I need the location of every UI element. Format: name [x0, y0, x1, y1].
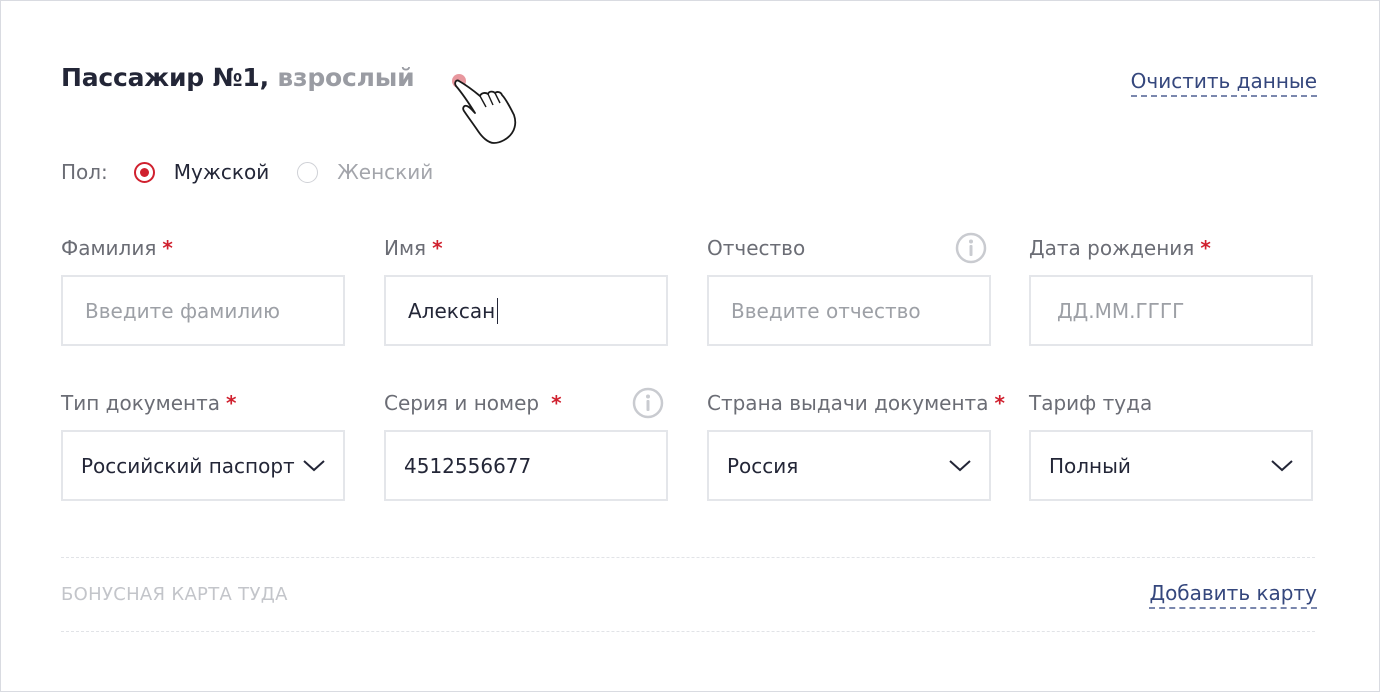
- required-marker: *: [551, 391, 562, 415]
- last-name-placeholder: Введите фамилию: [85, 298, 281, 323]
- patronymic-input[interactable]: Введите отчество: [707, 275, 991, 346]
- passenger-title-main: Пассажир №1,: [61, 63, 269, 92]
- first-name-label-text: Имя: [384, 236, 427, 260]
- tariff-value: Полный: [1049, 453, 1131, 478]
- text-caret: [497, 297, 499, 324]
- birth-date-input[interactable]: ДД.ММ.ГГГГ: [1029, 275, 1313, 346]
- tariff-label: Тариф туда: [1029, 391, 1152, 415]
- clear-data-link[interactable]: Очистить данные: [1130, 69, 1317, 97]
- gender-female-radio[interactable]: Женский: [297, 160, 433, 184]
- divider-bottom: [61, 631, 1315, 632]
- last-name-input[interactable]: Введите фамилию: [61, 275, 345, 346]
- radio-unchecked-icon: [297, 161, 319, 183]
- chevron-down-icon: [1271, 459, 1293, 471]
- passenger-title: Пассажир №1, взрослый: [61, 63, 415, 92]
- patronymic-label: Отчество: [707, 236, 805, 260]
- chevron-down-icon: [949, 459, 971, 471]
- last-name-label-text: Фамилия: [61, 236, 157, 260]
- patronymic-placeholder: Введите отчество: [731, 298, 921, 323]
- chevron-down-icon: [303, 459, 325, 471]
- doc-country-label-text: Страна выдачи документа: [707, 391, 989, 415]
- gender-female-label: Женский: [337, 160, 434, 184]
- doc-number-label-text: Серия и номер: [384, 391, 540, 415]
- required-marker: *: [994, 391, 1005, 415]
- tariff-select[interactable]: Полный: [1029, 430, 1313, 501]
- required-marker: *: [162, 236, 173, 260]
- first-name-input[interactable]: Алексан: [384, 275, 668, 346]
- birth-date-placeholder: ДД.ММ.ГГГГ: [1057, 298, 1185, 323]
- patronymic-label-text: Отчество: [707, 236, 806, 260]
- divider-top: [61, 557, 1315, 558]
- required-marker: *: [432, 236, 443, 260]
- hand-pointer-icon: [452, 74, 517, 144]
- doc-country-label: Страна выдачи документа *: [707, 391, 1005, 415]
- doc-type-label: Тип документа *: [61, 391, 236, 415]
- doc-type-select[interactable]: Российский паспорт: [61, 430, 345, 501]
- gender-group: Пол: Мужской Женский: [61, 158, 461, 186]
- doc-number-label: Серия и номер *: [384, 391, 562, 415]
- required-marker: *: [1200, 236, 1211, 260]
- info-icon[interactable]: [955, 232, 987, 264]
- doc-number-value: 4512556677: [404, 453, 532, 478]
- add-card-link[interactable]: Добавить карту: [1149, 581, 1317, 609]
- doc-country-select[interactable]: Россия: [707, 430, 991, 501]
- birth-date-label-text: Дата рождения: [1029, 236, 1195, 260]
- passenger-card: Пассажир №1, взрослый Очистить данные По…: [0, 0, 1380, 692]
- info-icon[interactable]: [632, 387, 664, 419]
- doc-type-value: Российский паспорт: [81, 453, 295, 478]
- gender-label: Пол:: [61, 160, 108, 184]
- gender-male-label: Мужской: [173, 160, 270, 184]
- bonus-card-label: БОНУСНАЯ КАРТА ТУДА: [61, 584, 288, 605]
- doc-country-value: Россия: [727, 453, 799, 478]
- first-name-value: Алексан: [408, 298, 496, 323]
- birth-date-label: Дата рождения *: [1029, 236, 1211, 260]
- required-marker: *: [226, 391, 237, 415]
- first-name-label: Имя *: [384, 236, 443, 260]
- last-name-label: Фамилия *: [61, 236, 173, 260]
- doc-number-input[interactable]: 4512556677: [384, 430, 668, 501]
- passenger-type: взрослый: [277, 63, 415, 92]
- tariff-label-text: Тариф туда: [1029, 391, 1153, 415]
- doc-type-label-text: Тип документа: [61, 391, 221, 415]
- radio-checked-icon: [133, 161, 155, 183]
- gender-male-radio[interactable]: Мужской: [133, 160, 270, 184]
